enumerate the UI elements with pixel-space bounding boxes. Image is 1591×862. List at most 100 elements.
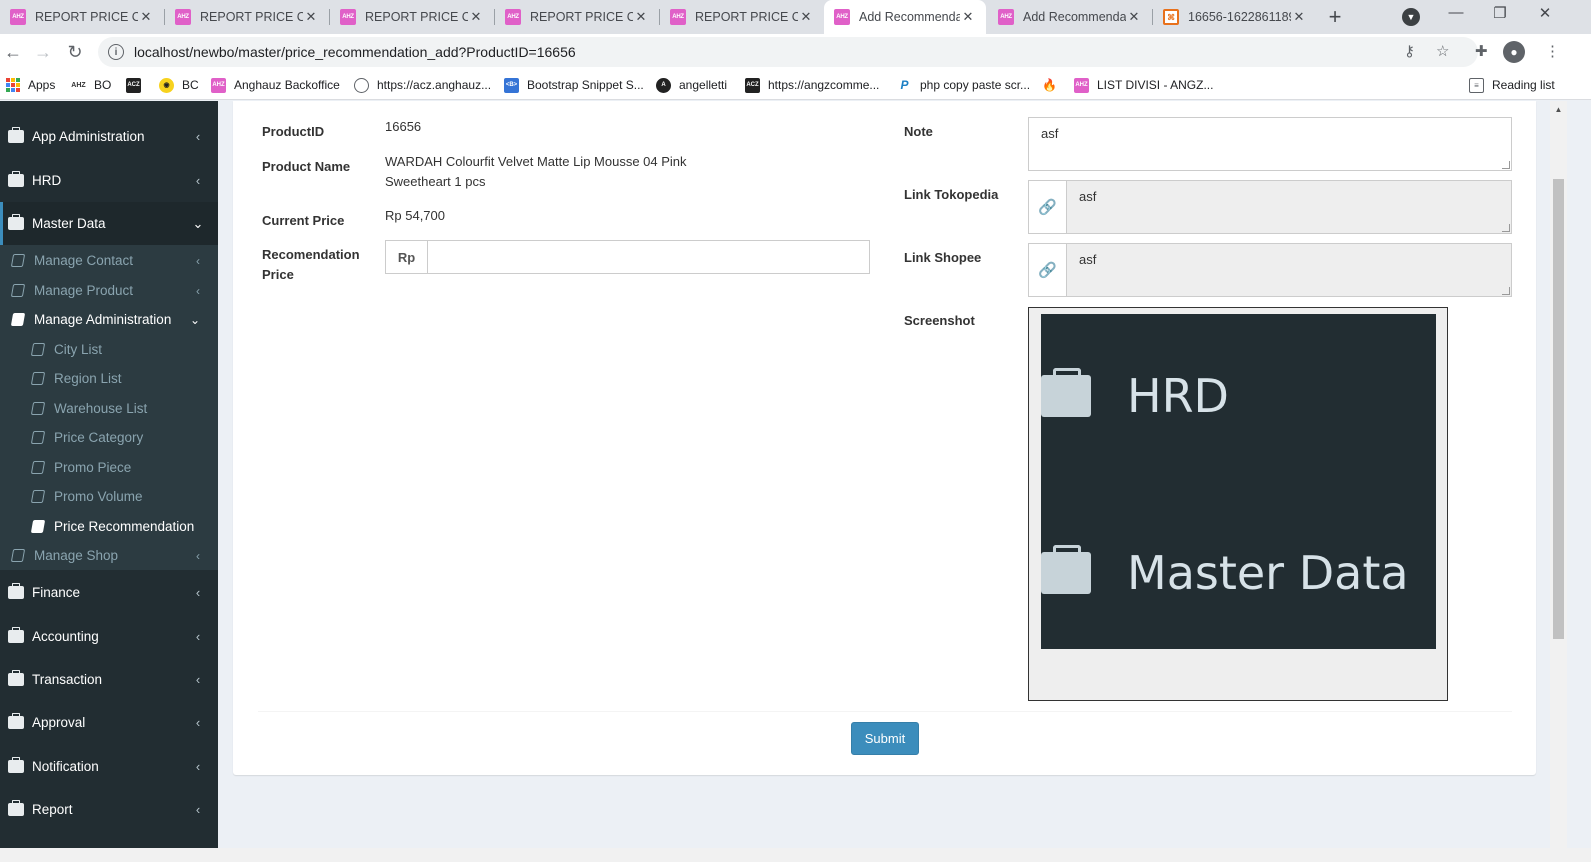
bookmark-fire[interactable]: 🔥 (1042, 76, 1065, 94)
bookmark-bo[interactable]: AHZ BO (71, 76, 111, 94)
bookmark-anghauz-backoffice[interactable]: AHZ Anghauz Backoffice (211, 76, 340, 94)
url-text[interactable]: localhost/newbo/master/price_recommendat… (134, 44, 576, 60)
briefcase-icon (8, 583, 24, 599)
master-data-submenu: Manage Contact ‹ Manage Product ‹ Manage… (0, 245, 218, 570)
browser-tab[interactable]: AHZ Add Recommendat ✕ (988, 0, 1152, 34)
fire-icon: 🔥 (1042, 78, 1057, 92)
sidebar-item-report[interactable]: Report ‹ (0, 788, 218, 831)
browser-tab[interactable]: AHZ REPORT PRICE CHE ✕ (165, 0, 329, 34)
book-icon (30, 372, 46, 385)
browser-tab[interactable]: ⌘ 16656-1622861189 ✕ (1153, 0, 1317, 34)
browser-tab-active[interactable]: AHZ Add Recommendat ✕ (824, 0, 986, 34)
browser-tab[interactable]: AHZ REPORT PRICE CHE ✕ (0, 0, 164, 34)
tab-title: REPORT PRICE CHE (695, 10, 798, 24)
angelletti-logo-icon: A (656, 77, 671, 93)
close-tab-icon[interactable]: ✕ (303, 9, 319, 25)
close-tab-icon[interactable]: ✕ (138, 9, 154, 25)
screenshot-label: Screenshot (904, 313, 975, 328)
sidebar-item-price-category[interactable]: Price Category (0, 423, 218, 452)
note-textarea[interactable]: asf (1028, 117, 1512, 171)
scrollbar-thumb[interactable] (1553, 179, 1564, 639)
resize-handle-icon[interactable] (1502, 161, 1510, 169)
bookmark-bc[interactable]: ◉ BC (159, 76, 199, 94)
ahz-favicon-icon: AHZ (834, 9, 850, 25)
sidebar-item-finance[interactable]: Finance ‹ (0, 571, 218, 614)
bookmark-php-copy-paste[interactable]: P php copy paste scr... (897, 76, 1030, 94)
browser-tab[interactable]: AHZ REPORT PRICE CHE ✕ (330, 0, 494, 34)
ahz-favicon-icon: AHZ (10, 9, 26, 25)
sidebar-item-warehouse-list[interactable]: Warehouse List (0, 394, 218, 423)
bookmark-angelletti[interactable]: A angelletti (656, 76, 727, 94)
extensions-icon[interactable]: ✚ (1475, 42, 1488, 60)
back-icon[interactable]: ← (1, 40, 25, 64)
sidebar-item-hrd[interactable]: HRD ‹ (0, 159, 218, 202)
site-info-icon[interactable]: i (108, 44, 124, 60)
chevron-left-icon: ‹ (195, 759, 201, 774)
bookmark-bootstrap-snippet[interactable]: <B> Bootstrap Snippet S... (504, 76, 644, 94)
horizontal-scrollbar (0, 848, 1591, 862)
chevron-left-icon: ‹ (195, 585, 201, 600)
sidebar-item-approval[interactable]: Approval ‹ (0, 701, 218, 744)
close-window-icon[interactable]: ✕ (1530, 4, 1560, 22)
briefcase-icon (8, 757, 24, 773)
close-tab-icon[interactable]: ✕ (960, 9, 976, 25)
sidebar-item-manage-shop[interactable]: Manage Shop ‹ (0, 541, 218, 570)
briefcase-icon (8, 713, 24, 729)
sidebar-item-promo-volume[interactable]: Promo Volume (0, 482, 218, 511)
sidebar-item-manage-contact[interactable]: Manage Contact ‹ (0, 246, 218, 275)
sidebar-item-app-administration[interactable]: App Administration ‹ (0, 115, 218, 158)
bookmark-acz[interactable]: ACZ (126, 76, 149, 94)
product-name-label: Product Name (262, 159, 351, 174)
close-tab-icon[interactable]: ✕ (633, 9, 649, 25)
bookmark-apps[interactable]: Apps (6, 76, 55, 94)
forward-icon[interactable]: → (31, 40, 55, 64)
sidebar-item-city-list[interactable]: City List (0, 335, 218, 364)
profile-avatar-icon[interactable]: ● (1503, 41, 1525, 63)
reading-list[interactable]: ≡ Reading list (1469, 76, 1555, 94)
sidebar-item-region-list[interactable]: Region List (0, 364, 218, 393)
recommendation-price-input[interactable] (428, 241, 869, 273)
restore-icon[interactable]: ❐ (1485, 4, 1515, 22)
resize-handle-icon[interactable] (1502, 287, 1510, 295)
chevron-left-icon: ‹ (195, 629, 201, 644)
browser-tab[interactable]: AHZ REPORT PRICE CHE ✕ (495, 0, 659, 34)
bookmark-star-icon[interactable]: ☆ (1436, 42, 1449, 60)
new-tab-icon[interactable]: + (1322, 4, 1348, 30)
sidebar-item-manage-product[interactable]: Manage Product ‹ (0, 276, 218, 305)
address-bar[interactable]: i localhost/newbo/master/price_recommend… (98, 37, 1478, 67)
submit-button[interactable]: Submit (851, 722, 919, 755)
sidebar-item-price-recommendation[interactable]: Price Recommendation (0, 512, 218, 541)
key-icon[interactable]: ⚷ (1404, 42, 1415, 60)
page-scrollbar[interactable]: ▲ ▼ (1550, 101, 1567, 862)
sidebar-item-transaction[interactable]: Transaction ‹ (0, 658, 218, 701)
browser-tab[interactable]: AHZ REPORT PRICE CHE ✕ (660, 0, 824, 34)
tokopedia-link-field[interactable]: asf (1067, 181, 1511, 233)
tab-search-icon[interactable]: ▼ (1402, 8, 1420, 26)
close-tab-icon[interactable]: ✕ (1126, 9, 1142, 25)
screenshot-row: Master Data (1041, 545, 1409, 600)
sidebar-item-accounting[interactable]: Accounting ‹ (0, 615, 218, 658)
shopee-link-group: 🔗 asf (1028, 243, 1512, 297)
bookmark-angzcommerce[interactable]: ACZ https://angzcomme... (745, 76, 879, 94)
reload-icon[interactable]: ↻ (63, 40, 87, 64)
tab-title: REPORT PRICE CHE (530, 10, 633, 24)
scroll-up-icon[interactable]: ▲ (1550, 101, 1567, 118)
bookmark-list-divisi[interactable]: AHZ LIST DIVISI - ANGZ... (1074, 76, 1213, 94)
close-tab-icon[interactable]: ✕ (1291, 9, 1307, 25)
minimize-icon[interactable]: — (1441, 4, 1471, 21)
product-name-line1: WARDAH Colourfit Velvet Matte Lip Mousse… (385, 154, 687, 169)
sidebar-item-manage-administration[interactable]: Manage Administration ⌄ (0, 305, 218, 334)
screenshot-preview[interactable]: HRD Master Data (1028, 307, 1448, 701)
tab-title: Add Recommendat (859, 10, 960, 24)
tokopedia-link-group: 🔗 asf (1028, 180, 1512, 234)
bookmark-acz-anghauz[interactable]: https://acz.anghauz... (354, 76, 491, 94)
close-tab-icon[interactable]: ✕ (468, 9, 484, 25)
browser-menu-icon[interactable]: ⋮ (1545, 42, 1560, 60)
close-tab-icon[interactable]: ✕ (798, 9, 814, 25)
resize-handle-icon[interactable] (1502, 224, 1510, 232)
sidebar-item-master-data[interactable]: Master Data ⌄ (0, 202, 218, 245)
sidebar-item-notification[interactable]: Notification ‹ (0, 745, 218, 788)
acz-logo-icon: ACZ (745, 77, 760, 93)
shopee-link-field[interactable]: asf (1067, 244, 1511, 296)
sidebar-item-promo-piece[interactable]: Promo Piece (0, 453, 218, 482)
